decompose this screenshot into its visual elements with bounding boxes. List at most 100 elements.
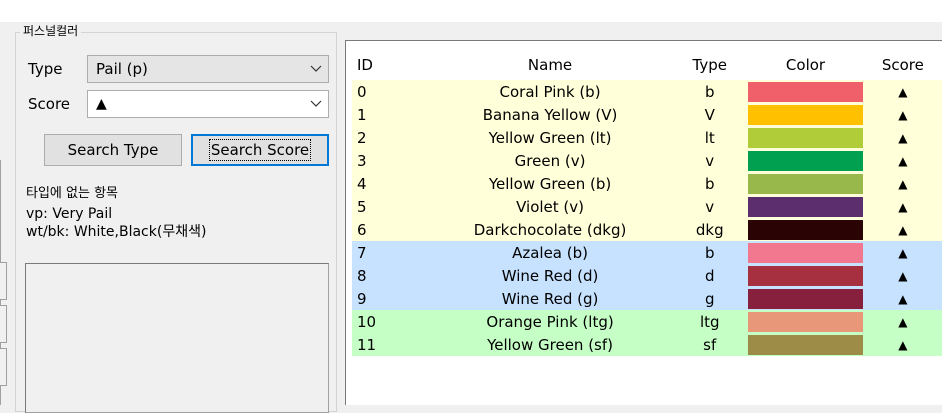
- top-strip: [0, 0, 942, 22]
- cell-score[interactable]: ▲: [863, 287, 942, 310]
- column-header-color[interactable]: Color: [747, 50, 864, 80]
- table-row[interactable]: 5 Violet (v) v ▲: [352, 195, 942, 218]
- cell-type[interactable]: dkg: [672, 218, 748, 241]
- cell-name[interactable]: Orange Pink (ltg): [427, 310, 673, 333]
- cell-type[interactable]: b: [672, 172, 748, 195]
- table-row[interactable]: 6 Darkchocolate (dkg) dkg ▲: [352, 218, 942, 241]
- score-triangle: ▲: [898, 223, 908, 237]
- cell-name[interactable]: Yellow Green (lt): [427, 126, 673, 149]
- column-header-score[interactable]: Score: [863, 50, 942, 80]
- cell-type[interactable]: v: [672, 195, 748, 218]
- cell-color[interactable]: [747, 218, 864, 241]
- table-header-row: ID Name Type Color Score: [352, 50, 942, 80]
- table-row[interactable]: 8 Wine Red (d) d ▲: [352, 264, 942, 287]
- cell-score[interactable]: ▲: [863, 264, 942, 287]
- search-type-button[interactable]: Search Type: [44, 134, 182, 166]
- cell-color[interactable]: [747, 172, 864, 195]
- search-score-button[interactable]: Search Score: [191, 134, 329, 166]
- cell-color[interactable]: [747, 195, 864, 218]
- cell-color[interactable]: [747, 80, 864, 103]
- cell-id[interactable]: 4: [352, 172, 428, 195]
- cell-score[interactable]: ▲: [863, 149, 942, 172]
- color-swatch: [748, 81, 863, 102]
- cell-type[interactable]: ltg: [672, 310, 748, 333]
- cell-id[interactable]: 6: [352, 218, 428, 241]
- cell-color[interactable]: [747, 264, 864, 287]
- color-swatch: [748, 334, 863, 355]
- score-triangle: ▲: [898, 315, 908, 329]
- type-combobox[interactable]: Pail (p): [87, 55, 329, 83]
- cell-type[interactable]: V: [672, 103, 748, 126]
- cell-score[interactable]: ▲: [863, 80, 942, 103]
- cell-color[interactable]: [747, 287, 864, 310]
- column-header-id[interactable]: ID: [352, 50, 428, 80]
- cell-type[interactable]: d: [672, 264, 748, 287]
- cell-type[interactable]: b: [672, 241, 748, 264]
- cell-color[interactable]: [747, 241, 864, 264]
- cell-name[interactable]: Yellow Green (b): [427, 172, 673, 195]
- cell-id[interactable]: 2: [352, 126, 428, 149]
- cell-name[interactable]: Wine Red (g): [427, 287, 673, 310]
- cell-id[interactable]: 11: [352, 333, 428, 356]
- cell-color[interactable]: [747, 310, 864, 333]
- cell-id[interactable]: 7: [352, 241, 428, 264]
- table-row[interactable]: 0 Coral Pink (b) b ▲: [352, 80, 942, 103]
- cell-name[interactable]: Darkchocolate (dkg): [427, 218, 673, 241]
- cell-color[interactable]: [747, 333, 864, 356]
- cell-type[interactable]: lt: [672, 126, 748, 149]
- cell-name[interactable]: Azalea (b): [427, 241, 673, 264]
- score-triangle: ▲: [898, 200, 908, 214]
- cell-id[interactable]: 8: [352, 264, 428, 287]
- cell-name[interactable]: Violet (v): [427, 195, 673, 218]
- table-row[interactable]: 3 Green (v) v ▲: [352, 149, 942, 172]
- column-header-type[interactable]: Type: [672, 50, 748, 80]
- type-label: Type: [28, 60, 63, 78]
- type-combobox-value: Pail (p): [96, 60, 148, 78]
- cell-type[interactable]: sf: [672, 333, 748, 356]
- table-row[interactable]: 1 Banana Yellow (V) V ▲: [352, 103, 942, 126]
- cell-id[interactable]: 10: [352, 310, 428, 333]
- cell-name[interactable]: Banana Yellow (V): [427, 103, 673, 126]
- cell-type[interactable]: v: [672, 149, 748, 172]
- chevron-down-icon[interactable]: [310, 65, 322, 73]
- cell-color[interactable]: [747, 103, 864, 126]
- cell-name[interactable]: Green (v): [427, 149, 673, 172]
- table-row[interactable]: 11 Yellow Green (sf) sf ▲: [352, 333, 942, 356]
- cell-id[interactable]: 5: [352, 195, 428, 218]
- cell-color[interactable]: [747, 126, 864, 149]
- score-triangle: ▲: [898, 108, 908, 122]
- cell-name[interactable]: Coral Pink (b): [427, 80, 673, 103]
- score-combobox[interactable]: ▲: [87, 90, 329, 118]
- cell-name[interactable]: Yellow Green (sf): [427, 333, 673, 356]
- cell-score[interactable]: ▲: [863, 172, 942, 195]
- chevron-down-icon[interactable]: [310, 100, 322, 108]
- cell-id[interactable]: 9: [352, 287, 428, 310]
- cell-type[interactable]: b: [672, 80, 748, 103]
- cell-name[interactable]: Wine Red (d): [427, 264, 673, 287]
- table-row[interactable]: 2 Yellow Green (lt) lt ▲: [352, 126, 942, 149]
- table-row[interactable]: 10 Orange Pink (ltg) ltg ▲: [352, 310, 942, 333]
- cell-score[interactable]: ▲: [863, 333, 942, 356]
- score-combobox-value: ▲: [96, 96, 107, 112]
- cell-color[interactable]: [747, 149, 864, 172]
- cell-id[interactable]: 0: [352, 80, 428, 103]
- color-swatch: [748, 127, 863, 148]
- cell-id[interactable]: 3: [352, 149, 428, 172]
- cell-score[interactable]: ▲: [863, 241, 942, 264]
- search-type-button-label: Search Type: [67, 141, 159, 159]
- cell-type[interactable]: g: [672, 287, 748, 310]
- column-header-name[interactable]: Name: [427, 50, 673, 80]
- cell-score[interactable]: ▲: [863, 103, 942, 126]
- table-row[interactable]: 9 Wine Red (g) g ▲: [352, 287, 942, 310]
- table-row[interactable]: 7 Azalea (b) b ▲: [352, 241, 942, 264]
- score-triangle: ▲: [898, 292, 908, 306]
- cell-score[interactable]: ▲: [863, 310, 942, 333]
- cell-score[interactable]: ▲: [863, 126, 942, 149]
- cell-score[interactable]: ▲: [863, 218, 942, 241]
- color-swatch: [748, 219, 863, 240]
- cell-score[interactable]: ▲: [863, 195, 942, 218]
- score-triangle: ▲: [898, 246, 908, 260]
- table-row[interactable]: 4 Yellow Green (b) b ▲: [352, 172, 942, 195]
- cell-id[interactable]: 1: [352, 103, 428, 126]
- output-textbox[interactable]: [25, 263, 329, 413]
